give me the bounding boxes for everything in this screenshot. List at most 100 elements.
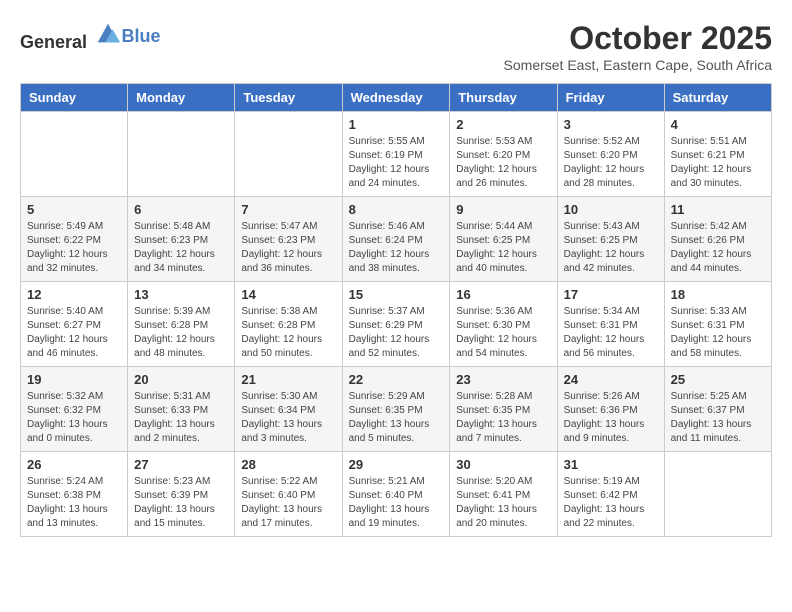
calendar-cell: 19 Sunrise: 5:32 AMSunset: 6:32 PMDayligh… (21, 367, 128, 452)
calendar-cell: 22 Sunrise: 5:29 AMSunset: 6:35 PMDayligh… (342, 367, 450, 452)
month-title: October 2025 (504, 20, 772, 57)
day-number: 20 (134, 372, 228, 387)
location-title: Somerset East, Eastern Cape, South Afric… (504, 57, 772, 73)
col-friday: Friday (557, 84, 664, 112)
day-number: 22 (349, 372, 444, 387)
day-number: 15 (349, 287, 444, 302)
calendar-cell: 7 Sunrise: 5:47 AMSunset: 6:23 PMDaylight… (235, 197, 342, 282)
day-info: Sunrise: 5:22 AMSunset: 6:40 PMDaylight:… (241, 475, 335, 531)
calendar-cell: 13 Sunrise: 5:39 AMSunset: 6:28 PMDayligh… (128, 282, 235, 367)
calendar-cell: 14 Sunrise: 5:38 AMSunset: 6:28 PMDayligh… (235, 282, 342, 367)
day-info: Sunrise: 5:24 AMSunset: 6:38 PMDaylight:… (27, 475, 121, 531)
day-info: Sunrise: 5:34 AMSunset: 6:31 PMDaylight:… (564, 305, 658, 361)
day-number: 24 (564, 372, 658, 387)
day-info: Sunrise: 5:23 AMSunset: 6:39 PMDaylight:… (134, 475, 228, 531)
day-number: 16 (456, 287, 550, 302)
calendar-cell: 31Sunrise: 5:19 AMSunset: 6:42 PMDayligh… (557, 452, 664, 537)
calendar-cell: 18Sunrise: 5:33 AMSunset: 6:31 PMDayligh… (664, 282, 771, 367)
day-number: 21 (241, 372, 335, 387)
day-info: Sunrise: 5:44 AMSunset: 6:25 PMDaylight:… (456, 220, 550, 276)
calendar-cell (664, 452, 771, 537)
day-info: Sunrise: 5:32 AMSunset: 6:32 PMDaylight:… (27, 390, 121, 446)
day-info: Sunrise: 5:40 AMSunset: 6:27 PMDaylight:… (27, 305, 121, 361)
day-number: 4 (671, 117, 765, 132)
day-info: Sunrise: 5:55 AMSunset: 6:19 PMDaylight:… (349, 135, 444, 191)
day-info: Sunrise: 5:38 AMSunset: 6:28 PMDaylight:… (241, 305, 335, 361)
col-thursday: Thursday (450, 84, 557, 112)
day-number: 29 (349, 457, 444, 472)
day-info: Sunrise: 5:42 AMSunset: 6:26 PMDaylight:… (671, 220, 765, 276)
day-info: Sunrise: 5:49 AMSunset: 6:22 PMDaylight:… (27, 220, 121, 276)
calendar-week-3: 12 Sunrise: 5:40 AMSunset: 6:27 PMDayligh… (21, 282, 772, 367)
day-number: 19 (27, 372, 121, 387)
day-number: 11 (671, 202, 765, 217)
logo: General Blue (20, 20, 161, 53)
day-info: Sunrise: 5:39 AMSunset: 6:28 PMDaylight:… (134, 305, 228, 361)
col-monday: Monday (128, 84, 235, 112)
day-number: 6 (134, 202, 228, 217)
calendar-cell: 29 Sunrise: 5:21 AMSunset: 6:40 PMDayligh… (342, 452, 450, 537)
day-info: Sunrise: 5:36 AMSunset: 6:30 PMDaylight:… (456, 305, 550, 361)
day-info: Sunrise: 5:20 AMSunset: 6:41 PMDaylight:… (456, 475, 550, 531)
day-number: 13 (134, 287, 228, 302)
day-info: Sunrise: 5:53 AMSunset: 6:20 PMDaylight:… (456, 135, 550, 191)
day-number: 10 (564, 202, 658, 217)
calendar-cell: 11 Sunrise: 5:42 AMSunset: 6:26 PMDayligh… (664, 197, 771, 282)
day-info: Sunrise: 5:21 AMSunset: 6:40 PMDaylight:… (349, 475, 444, 531)
day-number: 3 (564, 117, 658, 132)
logo-blue-text: Blue (122, 26, 161, 46)
calendar-cell (128, 112, 235, 197)
day-number: 17 (564, 287, 658, 302)
day-info: Sunrise: 5:29 AMSunset: 6:35 PMDaylight:… (349, 390, 444, 446)
day-info: Sunrise: 5:26 AMSunset: 6:36 PMDaylight:… (564, 390, 658, 446)
title-section: October 2025 Somerset East, Eastern Cape… (504, 20, 772, 73)
calendar-week-5: 26 Sunrise: 5:24 AMSunset: 6:38 PMDayligh… (21, 452, 772, 537)
day-info: Sunrise: 5:33 AMSunset: 6:31 PMDaylight:… (671, 305, 765, 361)
calendar-cell (235, 112, 342, 197)
calendar-week-4: 19 Sunrise: 5:32 AMSunset: 6:32 PMDayligh… (21, 367, 772, 452)
calendar-cell: 1 Sunrise: 5:55 AMSunset: 6:19 PMDaylight… (342, 112, 450, 197)
calendar-cell: 26 Sunrise: 5:24 AMSunset: 6:38 PMDayligh… (21, 452, 128, 537)
day-info: Sunrise: 5:52 AMSunset: 6:20 PMDaylight:… (564, 135, 658, 191)
day-number: 7 (241, 202, 335, 217)
calendar-cell: 20 Sunrise: 5:31 AMSunset: 6:33 PMDayligh… (128, 367, 235, 452)
calendar-cell: 30 Sunrise: 5:20 AMSunset: 6:41 PMDayligh… (450, 452, 557, 537)
day-info: Sunrise: 5:47 AMSunset: 6:23 PMDaylight:… (241, 220, 335, 276)
day-number: 1 (349, 117, 444, 132)
day-number: 14 (241, 287, 335, 302)
day-info: Sunrise: 5:43 AMSunset: 6:25 PMDaylight:… (564, 220, 658, 276)
calendar-table: Sunday Monday Tuesday Wednesday Thursday… (20, 83, 772, 537)
calendar-cell: 28 Sunrise: 5:22 AMSunset: 6:40 PMDayligh… (235, 452, 342, 537)
day-number: 28 (241, 457, 335, 472)
day-number: 2 (456, 117, 550, 132)
col-wednesday: Wednesday (342, 84, 450, 112)
calendar-cell: 27 Sunrise: 5:23 AMSunset: 6:39 PMDayligh… (128, 452, 235, 537)
day-info: Sunrise: 5:25 AMSunset: 6:37 PMDaylight:… (671, 390, 765, 446)
calendar-cell: 12 Sunrise: 5:40 AMSunset: 6:27 PMDayligh… (21, 282, 128, 367)
calendar-cell: 2 Sunrise: 5:53 AMSunset: 6:20 PMDaylight… (450, 112, 557, 197)
calendar-cell: 4 Sunrise: 5:51 AMSunset: 6:21 PMDaylight… (664, 112, 771, 197)
calendar-week-1: 1 Sunrise: 5:55 AMSunset: 6:19 PMDaylight… (21, 112, 772, 197)
col-sunday: Sunday (21, 84, 128, 112)
calendar-cell: 5 Sunrise: 5:49 AMSunset: 6:22 PMDaylight… (21, 197, 128, 282)
col-saturday: Saturday (664, 84, 771, 112)
day-info: Sunrise: 5:51 AMSunset: 6:21 PMDaylight:… (671, 135, 765, 191)
day-info: Sunrise: 5:48 AMSunset: 6:23 PMDaylight:… (134, 220, 228, 276)
logo-general-text: General (20, 32, 87, 52)
day-number: 27 (134, 457, 228, 472)
day-number: 26 (27, 457, 121, 472)
day-number: 23 (456, 372, 550, 387)
logo-icon (94, 20, 122, 48)
day-number: 5 (27, 202, 121, 217)
day-info: Sunrise: 5:31 AMSunset: 6:33 PMDaylight:… (134, 390, 228, 446)
day-number: 8 (349, 202, 444, 217)
day-info: Sunrise: 5:19 AMSunset: 6:42 PMDaylight:… (564, 475, 658, 531)
calendar-cell: 16 Sunrise: 5:36 AMSunset: 6:30 PMDayligh… (450, 282, 557, 367)
day-number: 12 (27, 287, 121, 302)
calendar-cell: 23Sunrise: 5:28 AMSunset: 6:35 PMDayligh… (450, 367, 557, 452)
col-tuesday: Tuesday (235, 84, 342, 112)
calendar-cell: 25Sunrise: 5:25 AMSunset: 6:37 PMDayligh… (664, 367, 771, 452)
day-number: 30 (456, 457, 550, 472)
calendar-week-2: 5 Sunrise: 5:49 AMSunset: 6:22 PMDaylight… (21, 197, 772, 282)
calendar-header-row: Sunday Monday Tuesday Wednesday Thursday… (21, 84, 772, 112)
